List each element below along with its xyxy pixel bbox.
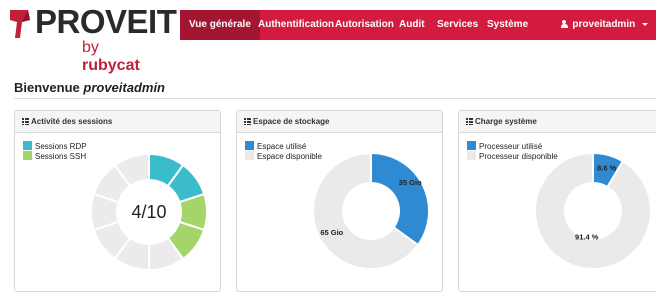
panel-storage: Espace de stockage Espace utilisé Espace…: [236, 110, 443, 292]
legend-label: Sessions SSH: [35, 152, 87, 161]
page-title: Bienvenue proveitadmin: [14, 80, 165, 95]
nav-item-services[interactable]: Services: [437, 10, 478, 40]
legend-label: Processeur utilisé: [479, 142, 543, 151]
logo-subtitle: by rubycat: [82, 39, 158, 75]
chart-data-label: 91.4 %: [575, 232, 599, 241]
panel-storage-title: Espace de stockage: [253, 117, 330, 126]
chart-center-label: 4/10: [131, 202, 166, 222]
legend-swatch: [245, 141, 254, 150]
chart-slice: [534, 151, 652, 270]
logo-company: rubycat: [82, 57, 140, 74]
main-navbar: Vue générale Authentification Autorisati…: [180, 10, 656, 40]
legend-label: Sessions RDP: [35, 142, 87, 151]
sessions-legend: Sessions RDP Sessions SSH: [23, 141, 87, 161]
legend-swatch: [467, 141, 476, 150]
title-divider: [14, 98, 656, 99]
legend-item-rdp: Sessions RDP: [23, 141, 87, 151]
panel-cpu-title: Charge système: [475, 117, 537, 126]
welcome-text: Bienvenue: [14, 80, 80, 95]
panel-sessions-header: Activité des sessions: [15, 111, 220, 133]
panel-sessions-title: Activité des sessions: [31, 117, 113, 126]
nav-item-authentification[interactable]: Authentification: [258, 10, 334, 40]
nav-item-audit[interactable]: Audit: [399, 10, 425, 40]
panel-cpu: Charge système Processeur utilisé Proces…: [458, 110, 656, 292]
nav-item-systeme[interactable]: Système: [487, 10, 528, 40]
legend-item-used: Espace utilisé: [245, 141, 322, 151]
chart-data-label: 8.6 %: [597, 164, 617, 173]
user-icon: [560, 20, 568, 28]
panel-storage-header: Espace de stockage: [237, 111, 442, 133]
legend-swatch: [467, 151, 476, 160]
sessions-donut-chart: 4/10: [90, 152, 208, 272]
storage-donut-chart: 35 Gio 65 Gio: [312, 151, 430, 270]
panel-sessions: Activité des sessions Sessions RDP Sessi…: [14, 110, 221, 292]
legend-item-ssh: Sessions SSH: [23, 151, 87, 161]
list-icon: [466, 118, 473, 125]
chart-data-label: 35 Gio: [399, 178, 422, 187]
caret-down-icon: [642, 23, 648, 26]
logo-by: by: [82, 39, 99, 56]
legend-swatch: [23, 141, 32, 150]
legend-swatch: [23, 151, 32, 160]
welcome-username: proveitadmin: [83, 80, 165, 95]
proveit-logo[interactable]: PROVEIT by rubycat: [8, 3, 177, 74]
legend-label: Espace utilisé: [257, 142, 307, 151]
list-icon: [22, 118, 29, 125]
logo-mark-icon: [10, 10, 30, 38]
logo-name: PROVEIT: [35, 3, 177, 40]
panel-cpu-header: Charge système: [459, 111, 656, 133]
legend-swatch: [245, 151, 254, 160]
user-menu-label: proveitadmin: [572, 19, 636, 30]
nav-item-vue-generale[interactable]: Vue générale: [180, 10, 260, 40]
user-menu[interactable]: proveitadmin: [560, 10, 648, 40]
list-icon: [244, 118, 251, 125]
cpu-donut-chart: 8.6 % 91.4 %: [534, 151, 652, 270]
legend-item-cpu-used: Processeur utilisé: [467, 141, 558, 151]
chart-data-label: 65 Gio: [320, 228, 343, 237]
nav-item-autorisation[interactable]: Autorisation: [335, 10, 394, 40]
